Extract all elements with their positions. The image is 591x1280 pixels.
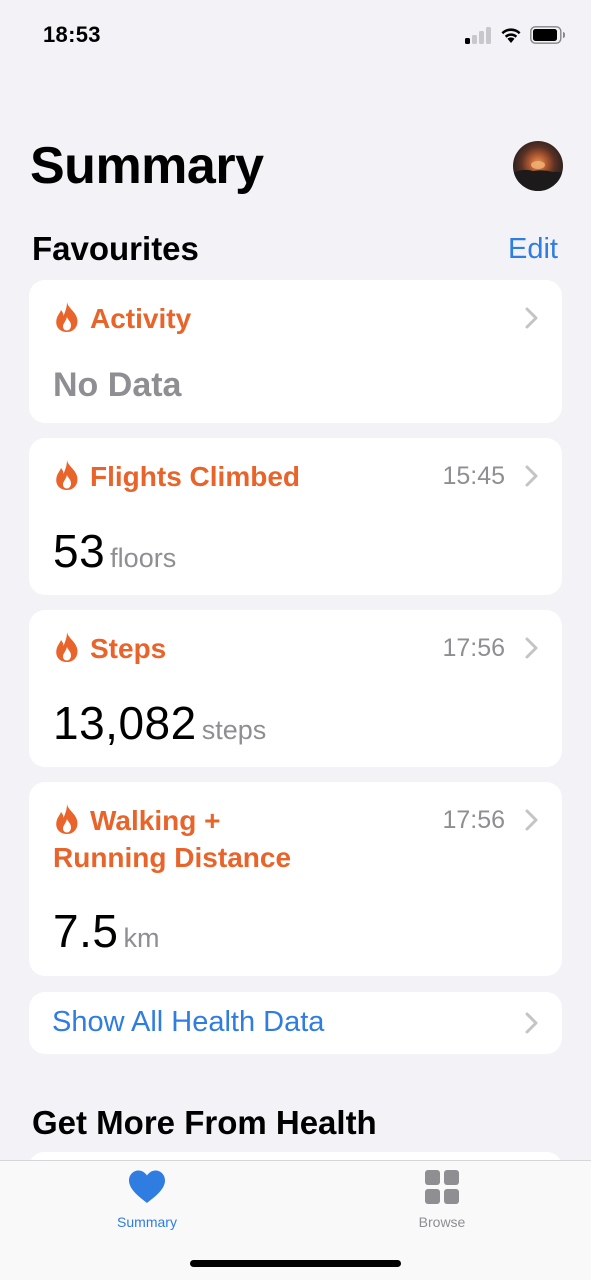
value-number: 7.5: [53, 905, 119, 957]
wifi-icon: [501, 28, 521, 43]
tab-browse[interactable]: Browse: [372, 1169, 512, 1230]
flights-climbed-card[interactable]: Flights Climbed 15:45 53 floors: [29, 438, 562, 595]
edit-button[interactable]: Edit: [508, 233, 558, 266]
chevron-right-icon: [525, 637, 538, 659]
activity-card[interactable]: Activity No Data: [29, 280, 562, 423]
card-title: Flights Climbed: [90, 461, 300, 492]
card-timestamp: 15:45: [442, 462, 505, 490]
card-header: Walking + Running Distance: [53, 802, 373, 876]
status-bar: 18:53: [0, 0, 591, 70]
chevron-right-icon: [525, 307, 538, 329]
steps-card[interactable]: Steps 17:56 13,082 steps: [29, 610, 562, 767]
card-title-continued: Running Distance: [53, 842, 292, 873]
chevron-right-icon: [525, 809, 538, 831]
tab-label: Summary: [117, 1214, 177, 1230]
value-unit: steps: [201, 715, 267, 745]
flame-icon: [56, 804, 78, 834]
value-unit: floors: [110, 543, 177, 573]
value-unit: km: [123, 923, 160, 953]
card-value: 53 floors: [53, 524, 176, 578]
profile-avatar[interactable]: [513, 141, 563, 191]
flame-icon: [56, 632, 78, 662]
home-indicator: [190, 1260, 401, 1267]
heart-icon: [129, 1170, 165, 1203]
tab-label: Browse: [418, 1214, 466, 1230]
card-value: 7.5 km: [53, 904, 159, 958]
card-header: Activity: [53, 300, 191, 337]
grid-icon: [425, 1170, 459, 1204]
avatar-image: [513, 161, 563, 191]
card-header: Steps: [53, 630, 166, 667]
favourites-heading: Favourites: [32, 230, 199, 267]
card-timestamp: 17:56: [442, 806, 505, 834]
cellular-signal-icon: [465, 26, 493, 44]
value-number: 13,082: [53, 697, 197, 749]
flame-icon: [56, 460, 78, 490]
walking-running-distance-card[interactable]: Walking + Running Distance 17:56 7.5 km: [29, 782, 562, 976]
show-all-health-data-button[interactable]: Show All Health Data: [29, 992, 562, 1054]
card-value: 13,082 steps: [53, 696, 266, 750]
card-title: Steps: [90, 633, 167, 664]
tab-summary[interactable]: Summary: [77, 1169, 217, 1230]
page-title: Summary: [30, 137, 264, 195]
battery-icon: [530, 26, 565, 44]
flame-icon: [56, 302, 78, 332]
card-timestamp: 17:56: [442, 634, 505, 662]
card-header: Flights Climbed: [53, 458, 300, 495]
status-time: 18:53: [43, 22, 101, 47]
get-more-heading: Get More From Health: [32, 1104, 377, 1141]
show-all-label: Show All Health Data: [52, 1006, 325, 1038]
no-data-label: No Data: [53, 366, 182, 404]
card-title: Walking +: [90, 805, 221, 836]
card-title: Activity: [90, 303, 192, 334]
chevron-right-icon: [525, 465, 538, 487]
chevron-right-icon: [525, 1012, 538, 1034]
value-number: 53: [53, 525, 106, 577]
